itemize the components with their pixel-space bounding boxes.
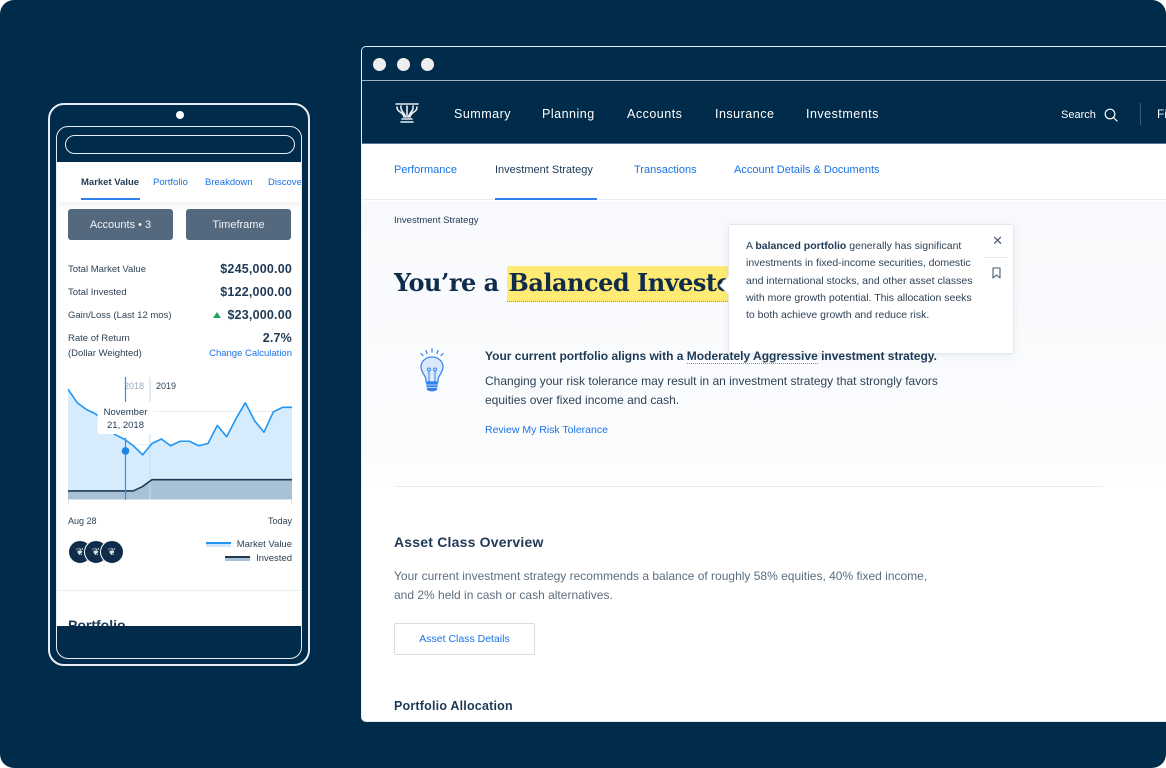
page-title: You’re a Balanced Investor. bbox=[394, 266, 752, 302]
legend-market-value: Market Value bbox=[205, 539, 292, 550]
x-axis-end-label: Today bbox=[267, 516, 292, 526]
breadcrumb: Investment Strategy bbox=[394, 215, 479, 226]
subtab-account-details-documents[interactable]: Account Details & Documents bbox=[734, 164, 880, 176]
stat-dollar-weighted: (Dollar Weighted) Change Calculation bbox=[68, 348, 292, 362]
nav-truncated-item[interactable]: Fi bbox=[1157, 107, 1166, 121]
browser-titlebar bbox=[362, 47, 1166, 81]
popover-body: generally has significant investments in… bbox=[746, 240, 973, 322]
alignment-suffix: investment strategy. bbox=[817, 349, 937, 363]
portfolio-allocation-heading: Portfolio Allocation bbox=[394, 699, 513, 713]
accounts-button[interactable]: Accounts • 3 bbox=[68, 209, 173, 240]
tab-breakdown[interactable]: Breakdown bbox=[205, 177, 253, 188]
camera-icon bbox=[176, 111, 184, 119]
alignment-description: Changing your risk tolerance may result … bbox=[485, 374, 938, 407]
stat-value: 2.7% bbox=[262, 331, 292, 345]
account-icons: ❦ ❦ ❦ bbox=[68, 540, 128, 564]
stat-label: Gain/Loss (Last 12 mos) bbox=[68, 310, 172, 321]
tooltip-date-line1: November bbox=[104, 407, 148, 418]
gain-value: $23,000.00 bbox=[227, 308, 292, 322]
stat-label: Total Invested bbox=[68, 287, 127, 298]
mobile-address-bar[interactable] bbox=[65, 135, 295, 154]
popover-text: A balanced portfolio generally has signi… bbox=[746, 238, 978, 324]
x-axis-start-label: Aug 28 bbox=[68, 516, 97, 526]
nav-summary[interactable]: Summary bbox=[454, 107, 511, 121]
nav-planning[interactable]: Planning bbox=[542, 107, 595, 121]
section-divider bbox=[57, 590, 301, 591]
mobile-tabs: Market Value Portfolio Breakdown Discove… bbox=[57, 162, 301, 202]
account-column-logo-icon[interactable]: ❦ bbox=[100, 540, 124, 564]
close-icon[interactable]: ✕ bbox=[992, 234, 1003, 249]
asset-class-overview-heading: Asset Class Overview bbox=[394, 534, 544, 550]
change-calculation-link[interactable]: Change Calculation bbox=[209, 348, 292, 359]
stat-value: $122,000.00 bbox=[220, 285, 292, 299]
subtab-performance[interactable]: Performance bbox=[394, 164, 457, 176]
legend-swatch-market-value bbox=[205, 542, 231, 547]
window-maximize-dot[interactable] bbox=[421, 58, 434, 71]
window-minimize-dot[interactable] bbox=[397, 58, 410, 71]
mobile-content: Market Value Portfolio Breakdown Discove… bbox=[57, 162, 301, 626]
tab-market-value[interactable]: Market Value bbox=[81, 177, 139, 188]
legend-swatch-invested bbox=[225, 556, 251, 561]
browser-window: Summary Planning Accounts Insurance Inve… bbox=[361, 46, 1166, 722]
year-label-2018: 2018 bbox=[124, 381, 144, 391]
popover-term: balanced portfolio bbox=[755, 240, 847, 252]
nav-investments[interactable]: Investments bbox=[806, 107, 879, 121]
tab-portfolio[interactable]: Portfolio bbox=[153, 177, 188, 188]
popover-prefix: A bbox=[746, 240, 756, 252]
bookmark-icon[interactable] bbox=[992, 267, 1001, 279]
top-navigation: Summary Planning Accounts Insurance Inve… bbox=[362, 81, 1166, 144]
stat-rate-of-return: Rate of Return 2.7% bbox=[68, 331, 292, 347]
active-subtab-indicator bbox=[495, 198, 597, 200]
search-label: Search bbox=[1061, 109, 1096, 121]
legend-label: Market Value bbox=[236, 539, 292, 550]
selected-data-point[interactable] bbox=[121, 447, 130, 455]
tab-discover[interactable]: Discover bbox=[268, 177, 301, 188]
mobile-screen: Market Value Portfolio Breakdown Discove… bbox=[56, 126, 302, 659]
nav-insurance[interactable]: Insurance bbox=[715, 107, 774, 121]
column-logo-icon[interactable] bbox=[393, 101, 421, 125]
definition-popover: A balanced portfolio generally has signi… bbox=[728, 224, 1014, 354]
review-risk-tolerance-link[interactable]: Review My Risk Tolerance bbox=[485, 424, 608, 436]
gain-up-arrow-icon bbox=[213, 312, 222, 318]
sub-navigation: Performance Investment Strategy Transact… bbox=[362, 144, 1166, 200]
stat-label: Rate of Return bbox=[68, 333, 130, 344]
subtab-investment-strategy[interactable]: Investment Strategy bbox=[495, 164, 593, 176]
stat-total-market-value: Total Market Value $245,000.00 bbox=[68, 262, 292, 278]
portfolio-section-title: Portfolio bbox=[68, 617, 126, 626]
section-divider bbox=[394, 486, 1103, 487]
stat-gain-loss: Gain/Loss (Last 12 mos) $23,000.00 bbox=[68, 308, 292, 324]
nav-separator bbox=[1140, 103, 1141, 125]
subtab-transactions[interactable]: Transactions bbox=[634, 164, 697, 176]
window-close-dot[interactable] bbox=[373, 58, 386, 71]
search-button[interactable]: Search bbox=[1061, 108, 1118, 122]
nav-accounts[interactable]: Accounts bbox=[627, 107, 682, 121]
timeframe-button[interactable]: Timeframe bbox=[186, 209, 291, 240]
alignment-prefix: Your current portfolio aligns with a bbox=[485, 349, 687, 363]
title-prefix: You’re a bbox=[394, 268, 507, 297]
stage-background: Market Value Portfolio Breakdown Discove… bbox=[0, 0, 1166, 768]
mobile-device: Market Value Portfolio Breakdown Discove… bbox=[48, 103, 310, 666]
popover-separator bbox=[985, 257, 1007, 258]
asset-class-overview-text: Your current investment strategy recomme… bbox=[394, 569, 928, 602]
year-label-2019: 2019 bbox=[156, 381, 176, 391]
stat-value: $23,000.00 bbox=[213, 308, 292, 322]
stat-label: (Dollar Weighted) bbox=[68, 348, 142, 359]
stat-total-invested: Total Invested $122,000.00 bbox=[68, 285, 292, 301]
asset-class-details-button[interactable]: Asset Class Details bbox=[394, 623, 535, 655]
strategy-alignment: Your current portfolio aligns with a Mod… bbox=[485, 349, 937, 364]
legend-invested: Invested bbox=[225, 553, 292, 564]
lightbulb-icon bbox=[420, 348, 444, 392]
tooltip-date-line2: 21, 2018 bbox=[107, 420, 144, 431]
investor-type-highlight[interactable]: Balanced Investor. bbox=[506, 266, 752, 302]
legend-label: Invested bbox=[256, 553, 292, 564]
active-tab-indicator bbox=[81, 198, 140, 200]
market-value-chart[interactable]: 2018 2019 November 21, 2018 bbox=[68, 377, 292, 507]
strategy-term[interactable]: Moderately Aggressive bbox=[686, 349, 818, 364]
stat-label: Total Market Value bbox=[68, 264, 146, 275]
stat-value: $245,000.00 bbox=[220, 262, 292, 276]
search-icon bbox=[1104, 108, 1118, 122]
